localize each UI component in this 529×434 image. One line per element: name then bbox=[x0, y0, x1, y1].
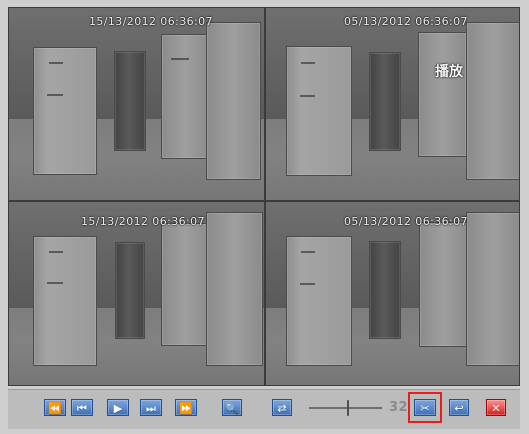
camera-scene-bottom-right: 05/13/2012 06:36:07 bbox=[266, 202, 519, 385]
playback-toolbar: ⏪ ⏮ ▶ ⏭ ⏩ 🔍 ⇄ 32 ✂ ↩ ✕ bbox=[8, 389, 520, 429]
playback-slider-handle[interactable] bbox=[347, 400, 349, 416]
cut-icon: ✂ bbox=[420, 402, 430, 415]
camera-timestamp: 05/13/2012 06:36:07 bbox=[344, 15, 468, 28]
zoom-button[interactable]: 🔍 bbox=[222, 399, 242, 416]
cabinet-left bbox=[286, 236, 352, 366]
camera-scene-top-right: 05/13/2012 06:36:07 播放 bbox=[266, 8, 519, 200]
back-button[interactable]: ↩ bbox=[449, 399, 469, 416]
cabinet-slit bbox=[300, 283, 315, 285]
play-button[interactable]: ▶ bbox=[107, 399, 129, 416]
cabinet-slit bbox=[47, 94, 63, 96]
zoom-icon: 🔍 bbox=[225, 402, 239, 415]
playback-label: 播放 bbox=[435, 64, 463, 80]
camera-tile-top-right[interactable]: 05/13/2012 06:36:07 播放 bbox=[265, 7, 520, 201]
cabinet-middle bbox=[161, 34, 210, 159]
fast-forward-button[interactable]: ⏩ bbox=[175, 399, 197, 416]
cabinet-slit bbox=[49, 251, 63, 253]
camera-tile-top-left[interactable]: 15/13/2012 06:36:07 bbox=[8, 7, 265, 201]
cabinet-slit bbox=[171, 58, 189, 60]
step-forward-icon: ⏭ bbox=[146, 402, 156, 415]
close-button[interactable]: ✕ bbox=[486, 399, 506, 416]
video-grid: 15/13/2012 06:36:07 05/13/2012 06:36:07 … bbox=[8, 7, 520, 386]
cabinet-slit bbox=[49, 62, 63, 64]
camera-tile-bottom-left[interactable]: 15/13/2012 06:36:07 bbox=[8, 201, 265, 386]
cabinet-shadow bbox=[369, 241, 401, 339]
rewind-icon: ⏪ bbox=[48, 402, 62, 415]
cut-button[interactable]: ✂ bbox=[414, 399, 436, 416]
cabinet-left bbox=[33, 47, 97, 175]
dvr-playback-screen: 15/13/2012 06:36:07 05/13/2012 06:36:07 … bbox=[0, 0, 529, 434]
cabinet-right bbox=[206, 22, 261, 180]
cabinet-slit bbox=[47, 282, 63, 284]
cabinet-slit bbox=[300, 95, 315, 97]
camera-timestamp: 05/13/2012 06:36:07 bbox=[344, 215, 468, 228]
cabinet-middle bbox=[419, 222, 468, 347]
cabinet-slit bbox=[301, 62, 315, 64]
cabinet-right bbox=[466, 212, 519, 366]
cabinet-slit bbox=[301, 251, 315, 253]
mode-button[interactable]: ⇄ bbox=[272, 399, 292, 416]
cabinet-shadow bbox=[114, 51, 146, 151]
step-back-icon: ⏮ bbox=[77, 402, 87, 415]
cabinet-shadow bbox=[115, 242, 145, 339]
fast-forward-icon: ⏩ bbox=[179, 402, 193, 415]
mode-icon: ⇄ bbox=[277, 402, 287, 415]
cabinet-right bbox=[466, 22, 519, 180]
rewind-button[interactable]: ⏪ bbox=[44, 399, 66, 416]
camera-tile-bottom-right[interactable]: 05/13/2012 06:36:07 bbox=[265, 201, 520, 386]
camera-timestamp: 15/13/2012 06:36:07 bbox=[81, 215, 205, 228]
cabinet-left bbox=[286, 46, 352, 176]
cabinet-left bbox=[33, 236, 97, 366]
step-forward-button[interactable]: ⏭ bbox=[140, 399, 162, 416]
step-back-button[interactable]: ⏮ bbox=[71, 399, 93, 416]
cabinet-shadow bbox=[369, 52, 401, 151]
cabinet-middle bbox=[418, 32, 467, 157]
camera-scene-bottom-left: 15/13/2012 06:36:07 bbox=[9, 202, 264, 385]
camera-timestamp: 15/13/2012 06:36:07 bbox=[89, 15, 213, 28]
close-icon: ✕ bbox=[491, 402, 501, 415]
camera-scene-top-left: 15/13/2012 06:36:07 bbox=[9, 8, 264, 200]
cabinet-right bbox=[206, 212, 263, 366]
cabinet-middle bbox=[161, 223, 210, 346]
play-icon: ▶ bbox=[113, 402, 123, 415]
back-icon: ↩ bbox=[454, 402, 464, 415]
slider-value: 32 bbox=[389, 400, 409, 415]
playback-slider-track bbox=[309, 407, 382, 409]
